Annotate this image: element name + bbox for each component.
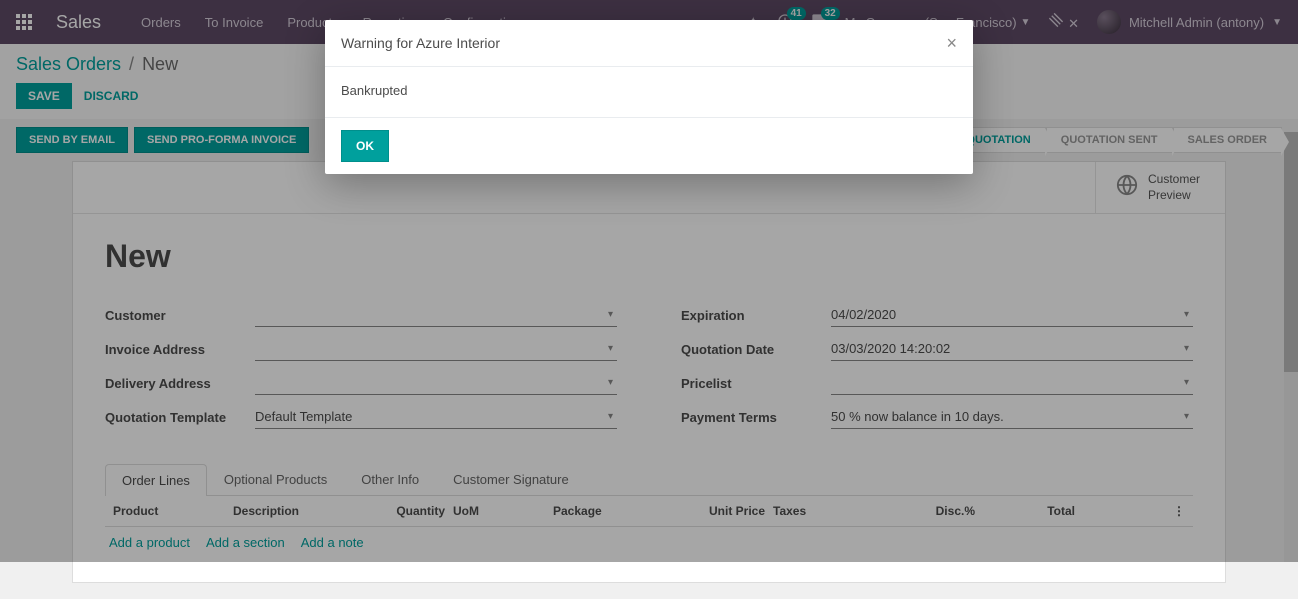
modal-title: Warning for Azure Interior <box>341 35 500 51</box>
modal-body: Bankrupted <box>325 67 973 117</box>
ok-button[interactable]: OK <box>341 130 389 162</box>
close-icon[interactable]: × <box>946 34 957 52</box>
warning-modal: Warning for Azure Interior × Bankrupted … <box>325 20 973 174</box>
